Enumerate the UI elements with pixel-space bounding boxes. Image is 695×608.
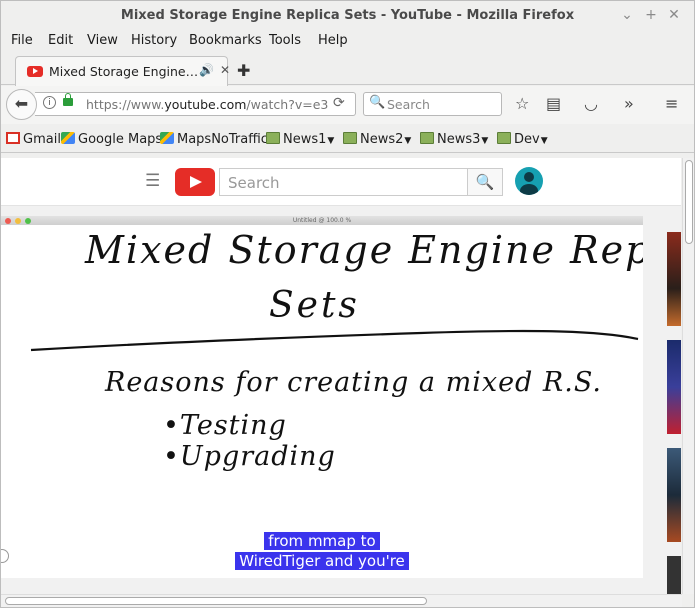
url-bar[interactable]: i https://www.youtube.com/watch?v=e3 ⟳ <box>35 92 356 116</box>
handwritten-bullet-testing: •Testing <box>163 410 287 441</box>
overflow-chevron-icon[interactable]: » <box>624 94 634 113</box>
folder-icon <box>266 132 280 144</box>
video-captions: from mmap to WiredTiger and you're <box>1 532 643 572</box>
whiteboard-drawing: Mixed Storage Engine Replica Sets Reason… <box>30 228 643 472</box>
url-text[interactable]: https://www.youtube.com/watch?v=e3 <box>86 97 328 112</box>
library-icon[interactable]: ▤ <box>546 94 561 113</box>
youtube-search-button[interactable]: 🔍 <box>467 168 503 196</box>
tab-label: Mixed Storage Engine… <box>49 64 199 79</box>
search-input[interactable]: 🔍 Search <box>363 92 502 116</box>
info-icon[interactable]: i <box>43 96 56 109</box>
back-button[interactable]: ⬅ <box>6 89 37 120</box>
vertical-scroll-thumb[interactable] <box>685 160 693 244</box>
related-video-thumbnail[interactable] <box>667 340 681 434</box>
youtube-header: ☰ Search 🔍 <box>1 158 681 206</box>
search-placeholder: Search <box>387 97 430 112</box>
menu-help[interactable]: Help <box>318 33 348 48</box>
firefox-window: Mixed Storage Engine Replica Sets - YouT… <box>0 0 695 608</box>
maximize-button[interactable]: + <box>642 6 660 24</box>
window-title: Mixed Storage Engine Replica Sets - YouT… <box>120 8 575 23</box>
close-window-button[interactable]: ✕ <box>665 6 683 24</box>
folder-icon <box>420 132 434 144</box>
tab-youtube[interactable]: Mixed Storage Engine… 🔊 ✕ <box>15 56 230 86</box>
bookmark-mapsnotraffic[interactable]: MapsNoTraffic <box>160 132 268 147</box>
menu-edit[interactable]: Edit <box>48 33 73 48</box>
video-window-titlebar: Untitled @ 100.0 % <box>1 216 643 225</box>
folder-icon <box>497 132 511 144</box>
menu-file[interactable]: File <box>11 33 33 48</box>
youtube-logo[interactable] <box>175 168 215 196</box>
handwritten-title-line1: Mixed Storage Engine Replica <box>84 228 643 272</box>
related-video-thumbnail[interactable] <box>667 232 681 326</box>
caption-line-2: WiredTiger and you're <box>235 552 409 570</box>
bookmark-folder-news3[interactable]: News3▼ <box>420 132 488 147</box>
speaker-icon[interactable]: 🔊 <box>199 63 214 77</box>
bookmark-google-maps[interactable]: Google Maps <box>61 132 162 147</box>
youtube-search-placeholder: Search <box>228 174 280 192</box>
bookmark-star-icon[interactable]: ☆ <box>515 94 529 113</box>
lock-icon[interactable] <box>63 93 73 106</box>
bookmark-gmail[interactable]: Gmail <box>6 132 61 147</box>
youtube-search-input[interactable]: Search <box>219 168 468 196</box>
gmail-icon <box>6 132 20 144</box>
menu-bookmarks[interactable]: Bookmarks <box>189 33 262 48</box>
horizontal-scrollbar[interactable] <box>1 594 682 607</box>
video-window-caption: Untitled @ 100.0 % <box>292 217 352 224</box>
tab-close-icon[interactable]: ✕ <box>220 63 230 77</box>
horizontal-scroll-thumb[interactable] <box>5 597 427 605</box>
folder-icon <box>343 132 357 144</box>
page-content: ☰ Search 🔍 Untitled @ 100.0 % Mixed Stor… <box>1 158 681 594</box>
menu-view[interactable]: View <box>87 33 118 48</box>
underline-stroke <box>30 329 639 352</box>
pocket-icon[interactable]: ◡ <box>584 94 598 113</box>
title-bar[interactable]: Mixed Storage Engine Replica Sets - YouT… <box>1 1 694 29</box>
search-engine-icon[interactable]: 🔍 <box>369 95 385 110</box>
maps-icon <box>61 132 75 144</box>
navigation-toolbar: i https://www.youtube.com/watch?v=e3 ⟳ ⬅… <box>1 86 694 124</box>
new-tab-button[interactable]: ✚ <box>237 61 250 80</box>
menu-tools[interactable]: Tools <box>269 33 301 48</box>
guide-menu-icon[interactable]: ☰ <box>145 171 160 191</box>
maps-icon <box>160 132 174 144</box>
bookmark-folder-news1[interactable]: News1▼ <box>266 132 334 147</box>
vertical-scrollbar[interactable] <box>682 158 694 594</box>
video-player[interactable]: Untitled @ 100.0 % Mixed Storage Engine … <box>1 216 643 578</box>
handwritten-subtitle: Reasons for creating a mixed R.S. <box>104 367 602 398</box>
related-video-thumbnail[interactable] <box>667 448 681 542</box>
avatar[interactable] <box>515 167 543 195</box>
youtube-favicon-icon <box>27 66 43 77</box>
reload-icon[interactable]: ⟳ <box>333 95 345 111</box>
bookmarks-toolbar: Gmail Google Maps MapsNoTraffic News1▼ N… <box>1 127 694 153</box>
menu-history[interactable]: History <box>131 33 177 48</box>
menu-bar: File Edit View History Bookmarks Tools H… <box>1 30 694 52</box>
tab-strip: Mixed Storage Engine… 🔊 ✕ ✚ <box>1 53 694 86</box>
minimize-button[interactable]: ⌄ <box>618 6 636 24</box>
handwritten-bullet-upgrading: •Upgrading <box>163 441 336 472</box>
bookmark-folder-dev[interactable]: Dev▼ <box>497 132 548 147</box>
handwritten-title-line2: Sets <box>269 285 360 326</box>
bookmark-folder-news2[interactable]: News2▼ <box>343 132 411 147</box>
caption-line-1: from mmap to <box>264 532 380 550</box>
hamburger-menu-icon[interactable]: ≡ <box>665 94 678 113</box>
related-video-thumbnail[interactable] <box>667 556 681 594</box>
